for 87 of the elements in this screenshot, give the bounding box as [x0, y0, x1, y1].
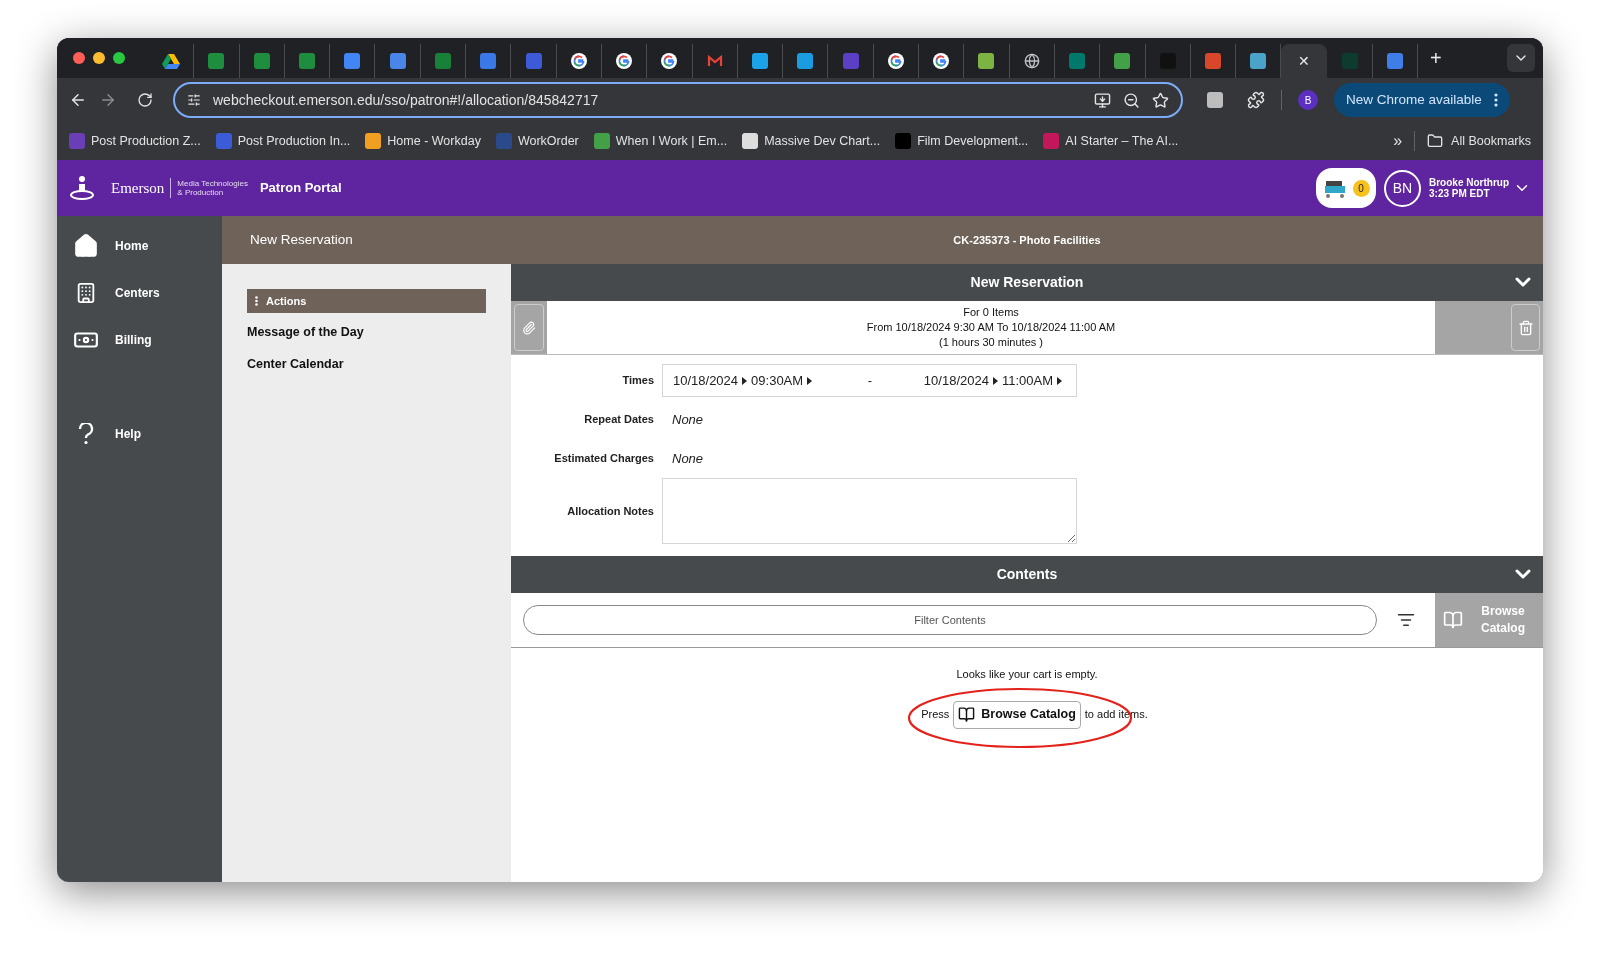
help-icon [78, 422, 94, 445]
field-label: Times [621, 373, 655, 389]
bookmark[interactable]: When I Work | Em... [593, 131, 728, 151]
maximize-window-button[interactable] [113, 52, 125, 64]
empty-cart-message: Looks like your cart is empty. [956, 667, 1098, 682]
filter-icon[interactable] [1397, 611, 1415, 629]
field-value: None [671, 410, 704, 429]
building-icon [75, 281, 97, 304]
bookmark[interactable]: Massive Dev Chart... [742, 131, 881, 151]
brand-subtitle: & Production [177, 188, 225, 197]
book-icon [1443, 610, 1463, 630]
minimize-window-button[interactable] [93, 52, 105, 64]
user-avatar[interactable]: BN [1384, 169, 1421, 207]
page-title: New Reservation [249, 230, 354, 249]
user-time: 3:23 PM EDT [1429, 188, 1490, 199]
portal-title: Patron Portal [259, 179, 342, 198]
paperclip-icon [522, 320, 536, 335]
summary-line: For 0 Items [963, 305, 1019, 320]
bookmarks-overflow-button[interactable]: » [1393, 129, 1403, 153]
person-logo-icon [69, 175, 95, 201]
folder-icon [1427, 133, 1444, 149]
notes-field[interactable] [662, 478, 1077, 544]
time-range-field[interactable]: 10/18/2024 09:30AM - 10/18/2024 11:00AM [662, 364, 1077, 397]
nav-item[interactable]: Help [57, 410, 222, 457]
field-label: Repeat Dates [583, 412, 655, 428]
google-icon [661, 53, 678, 69]
extensions-icon[interactable] [1247, 91, 1265, 109]
forward-icon[interactable] [99, 91, 117, 109]
profile-avatar[interactable]: B [1298, 90, 1318, 110]
actions-menu-button[interactable]: Actions [247, 289, 486, 313]
filter-field[interactable]: Filter Contents [523, 605, 1377, 635]
browser-tab[interactable]: ✕ [1281, 44, 1328, 78]
address-bar[interactable]: webcheckout.emerson.edu/sso/patron#!/allocation/845842717 [173, 82, 1183, 118]
user-name: Brooke Northrup [1429, 177, 1510, 188]
tab-search-button[interactable] [1507, 44, 1535, 72]
google-icon [887, 53, 904, 69]
caret-icon [992, 376, 998, 385]
triangle-icon [162, 53, 181, 69]
back-icon[interactable] [69, 91, 87, 109]
field-label: Allocation Notes [566, 503, 655, 519]
book-icon [958, 706, 976, 723]
brand-subtitle: Media Technologies [177, 179, 248, 188]
field-label: Estimated Charges [553, 451, 655, 467]
globe-icon [1023, 53, 1040, 69]
zoom-icon[interactable] [1123, 91, 1140, 109]
nav-item[interactable]: Centers [57, 269, 222, 316]
bookmark[interactable]: AI Starter – The AI... [1043, 131, 1179, 151]
all-bookmarks-button[interactable]: All Bookmarks [1427, 131, 1531, 151]
summary-line: From 10/18/2024 9:30 AM To 10/18/2024 11:00 AM [866, 320, 1116, 335]
google-icon [616, 53, 633, 69]
more-icon [255, 296, 258, 306]
center-name: CK-235373 - Photo Facilities [952, 232, 1102, 248]
close-window-button[interactable] [73, 52, 85, 64]
cart-count-badge: 0 [1352, 179, 1370, 197]
summary-line: (1 hours 30 minutes ) [939, 335, 1043, 350]
new-tab-button[interactable]: + [1430, 48, 1442, 68]
action-link[interactable]: Message of the Day [247, 323, 486, 345]
bookmark[interactable]: Post Production Z... [69, 131, 201, 151]
caret-icon [1057, 376, 1062, 385]
site-settings-icon[interactable] [187, 93, 201, 107]
section-header[interactable]: New Reservation [511, 264, 1543, 301]
action-link[interactable]: Center Calendar [247, 355, 486, 377]
nav-item[interactable]: Home [57, 222, 222, 269]
section-header[interactable]: Contents [511, 556, 1543, 593]
bookmark-star-icon[interactable] [1152, 91, 1169, 109]
google-icon [570, 53, 587, 69]
reload-icon[interactable] [137, 92, 153, 108]
google-icon [933, 53, 950, 69]
mail-icon [706, 53, 723, 69]
install-icon[interactable] [1094, 91, 1111, 109]
cart-button[interactable]: 0 [1316, 168, 1376, 208]
caret-icon [807, 376, 813, 385]
bookmark[interactable]: Home - Workday [365, 131, 481, 151]
more-icon [1493, 93, 1498, 107]
url-text: webcheckout.emerson.edu/sso/patron#!/allocation/845842717 [213, 90, 600, 110]
home-icon [73, 232, 99, 259]
update-chrome-button[interactable]: New Chrome available [1334, 83, 1510, 117]
caret-icon [742, 376, 748, 385]
bookmark[interactable]: Post Production In... [215, 131, 351, 151]
browse-catalog-button[interactable]: Browse Catalog [953, 700, 1081, 729]
bookmark[interactable]: WorkOrder [495, 131, 579, 151]
nav-item[interactable]: Billing [57, 316, 222, 363]
prompt-text: Press [921, 707, 950, 723]
brand-name: Emerson [111, 178, 165, 198]
field-value: None [671, 449, 704, 468]
bookmark[interactable]: Film Development... [895, 131, 1029, 151]
trash-icon [1517, 319, 1534, 336]
